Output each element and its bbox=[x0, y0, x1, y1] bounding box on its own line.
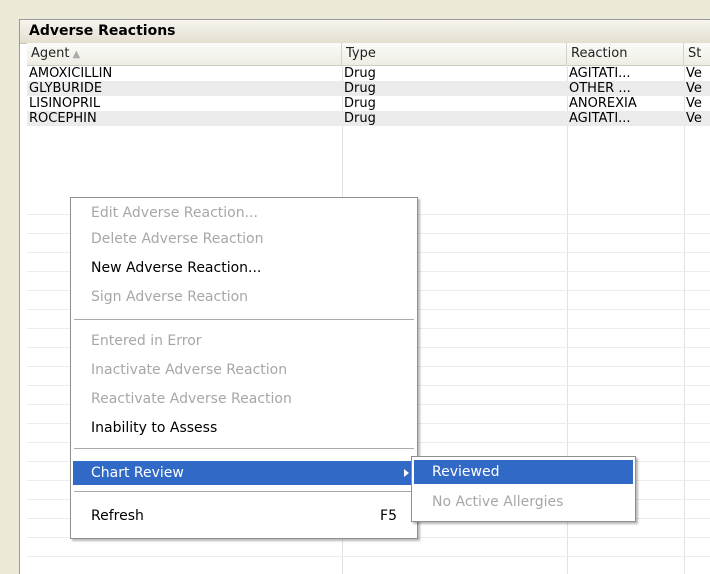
submenu-item-reviewed[interactable]: Reviewed bbox=[414, 460, 633, 484]
menu-separator bbox=[74, 319, 414, 321]
menu-item-sign-adverse-reaction[interactable]: Sign Adverse Reaction bbox=[73, 285, 415, 309]
menu-item-inability-to-assess[interactable]: Inability to Assess bbox=[73, 416, 415, 440]
column-label-agent: Agent bbox=[31, 46, 70, 61]
cell-reaction: AGITATI... bbox=[569, 66, 631, 81]
cell-agent: AMOXICILLIN bbox=[29, 66, 113, 81]
column-header-type[interactable]: Type bbox=[342, 43, 567, 65]
menu-item-refresh[interactable]: Refresh F5 bbox=[73, 504, 415, 528]
cell-reaction: OTHER ... bbox=[569, 81, 631, 96]
menu-item-edit-adverse-reaction[interactable]: Edit Adverse Reaction... bbox=[73, 201, 415, 225]
cell-type: Drug bbox=[344, 66, 376, 81]
column-header-agent[interactable]: Agent ▲ bbox=[27, 43, 342, 65]
menu-item-refresh-label: Refresh bbox=[91, 508, 144, 524]
menu-item-new-adverse-reaction[interactable]: New Adverse Reaction... bbox=[73, 256, 415, 280]
chart-review-submenu: Reviewed No Active Allergies bbox=[411, 456, 636, 522]
cell-type: Drug bbox=[344, 96, 376, 111]
table-row[interactable]: ROCEPHIN Drug AGITATI... Ve bbox=[27, 111, 710, 126]
cell-agent: GLYBURIDE bbox=[29, 81, 103, 96]
menu-item-inactivate-adverse-reaction[interactable]: Inactivate Adverse Reaction bbox=[73, 358, 415, 382]
table-row[interactable]: GLYBURIDE Drug OTHER ... Ve bbox=[27, 81, 710, 96]
grid-line bbox=[27, 556, 710, 557]
refresh-shortcut: F5 bbox=[380, 508, 397, 524]
sort-ascending-icon: ▲ bbox=[72, 49, 81, 60]
menu-separator bbox=[74, 491, 414, 493]
menu-item-chart-review[interactable]: Chart Review bbox=[73, 461, 415, 485]
submenu-item-no-active-allergies[interactable]: No Active Allergies bbox=[414, 490, 633, 514]
column-label-type: Type bbox=[346, 46, 376, 61]
cell-reaction: ANOREXIA bbox=[569, 96, 637, 111]
cell-reaction: AGITATI... bbox=[569, 111, 631, 126]
column-label-reaction: Reaction bbox=[571, 46, 628, 61]
table-row[interactable]: AMOXICILLIN Drug AGITATI... Ve bbox=[27, 66, 710, 81]
cell-status: Ve bbox=[686, 81, 702, 96]
cell-agent: ROCEPHIN bbox=[29, 111, 97, 126]
cell-agent: LISINOPRIL bbox=[29, 96, 101, 111]
grid-header: Agent ▲ Type Reaction St bbox=[27, 43, 710, 66]
menu-item-delete-adverse-reaction[interactable]: Delete Adverse Reaction bbox=[73, 227, 415, 251]
menu-separator bbox=[74, 448, 414, 450]
column-header-reaction[interactable]: Reaction bbox=[567, 43, 684, 65]
menu-item-chart-review-label: Chart Review bbox=[91, 465, 184, 481]
cell-type: Drug bbox=[344, 81, 376, 96]
panel-title: Adverse Reactions bbox=[29, 23, 176, 39]
column-header-status[interactable]: St bbox=[684, 43, 710, 65]
menu-item-reactivate-adverse-reaction[interactable]: Reactivate Adverse Reaction bbox=[73, 387, 415, 411]
column-label-status: St bbox=[688, 46, 702, 61]
grid-divider bbox=[684, 65, 685, 574]
cell-type: Drug bbox=[344, 111, 376, 126]
cell-status: Ve bbox=[686, 111, 702, 126]
context-menu: Edit Adverse Reaction... Delete Adverse … bbox=[70, 197, 418, 539]
submenu-arrow-icon bbox=[404, 469, 409, 477]
cell-status: Ve bbox=[686, 96, 702, 111]
panel-title-bar: Adverse Reactions bbox=[20, 20, 710, 44]
menu-item-entered-in-error[interactable]: Entered in Error bbox=[73, 329, 415, 353]
table-row[interactable]: LISINOPRIL Drug ANOREXIA Ve bbox=[27, 96, 710, 111]
cell-status: Ve bbox=[686, 66, 702, 81]
